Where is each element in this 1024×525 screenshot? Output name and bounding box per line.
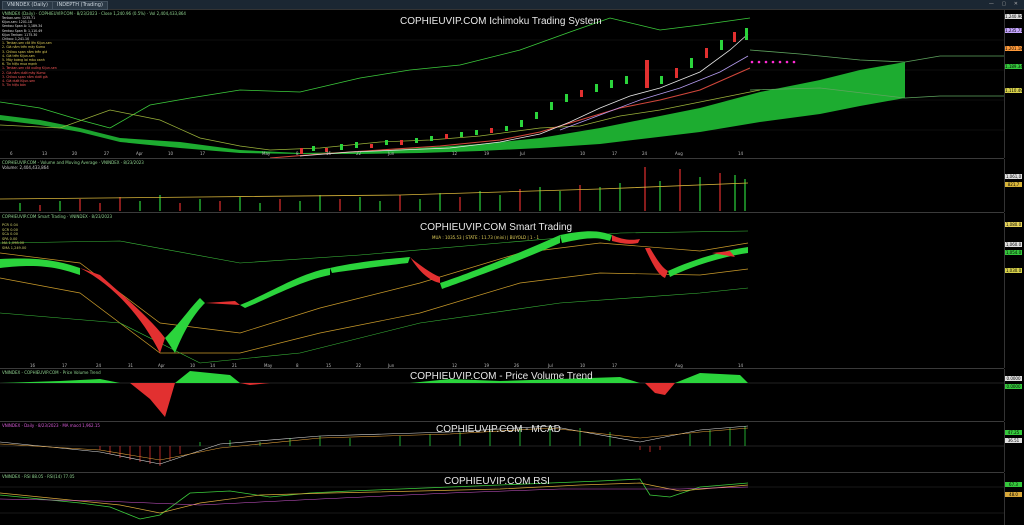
ichimoku-pane[interactable]: COPHIEUVIP.COM Ichimoku Trading System V… [0,10,1004,159]
smart-trading-header: COPHIEUVIP.COM Smart Trading · VNINDEX ·… [2,214,113,219]
ichimoku-chart [0,17,1004,158]
ichimoku-title: COPHIEUVIP.COM Ichimoku Trading System [400,16,602,27]
chikou-line [0,17,751,129]
macd-pane[interactable]: COPHIEUVIP.COM - MCAD VNINDEX · Daily · … [0,422,1004,473]
smart-trading-axis[interactable] [1004,213,1024,368]
price-tag-span-b: 1,110.49 [1005,88,1023,93]
kumo-cloud [120,62,905,154]
price-tag-close: 1,240.96 [1005,14,1023,19]
smart-tag-2: 1,060.0 [1005,242,1022,247]
macd-tag-1: 47.25 [1005,430,1022,435]
smart-tag-1: 1,080.0 [1005,222,1022,227]
pvt-title: COPHIEUVIP.COM - Price Volume Trend [410,371,593,382]
macd-tag-2: 36.51 [1005,438,1022,443]
rsi-axis[interactable] [1004,473,1024,525]
smart-trading-title: COPHIEUVIP.COM Smart Trading [420,222,573,233]
volume-ma-line [0,182,749,200]
smart-trading-legend: PCR 0.04 SCR 0.00 SCA 0.00 SPA 0.00 MA 1,09… [2,223,27,250]
macd-line [0,425,749,465]
signal-line [0,427,749,461]
pvt-header: VNINDEX - COPHIEUVIP.COM - Price Volume … [2,370,101,375]
pvt-tag-2: 0.0000 [1005,384,1022,389]
pvt-pane[interactable]: COPHIEUVIP.COM - Price Volume Trend VNIN… [0,369,1004,422]
smart-trading-pane[interactable]: COPHIEUVIP.COM Smart Trading MUA : 1035.… [0,213,1004,369]
senkou-span-a [749,49,1004,63]
smart-tag-3: 1,054.0 [1005,250,1022,255]
rsi-tag-1: 67.3 [1005,482,1022,487]
price-tag-span-a: 1,189.34 [1005,64,1023,69]
macd-title: COPHIEUVIP.COM - MCAD [436,424,561,435]
macd-header: VNINDEX · Daily · 8/23/2023 · MA macd 1,… [2,423,100,428]
volume-chart [0,167,749,211]
tab-vnindex[interactable]: VNINDEX (Daily) [2,1,53,10]
price-tag-tenkan: 1,235.71 [1005,28,1023,33]
volume-sub: Volume: 2,404,433,864 [2,165,49,170]
window-controls[interactable]: — ▢ ✕ [989,1,1021,7]
rsi-tag-2: 48.0 [1005,492,1022,497]
rsi-pane[interactable]: COPHIEUVIP.COM RSI VNINDEX · RSI 88.05 ·… [0,473,1004,525]
rsi-signal [0,482,749,514]
volume-tag-2: 821,7 [1005,182,1022,187]
pvt-tag-1: 0.0000 [1005,376,1022,381]
window-title-bar: VNINDEX (Daily) INDEPTH (Trading) — ▢ ✕ [0,0,1024,10]
smart-trading-subtitle: MUA : 1035.53 | STATE : 11.73 (mini) | B… [432,235,540,240]
smart-tag-4: 1,030.0 [1005,268,1022,273]
price-tag-kijun: 1,201.18 [1005,46,1023,51]
rsi-header: VNINDEX · RSI 88.05 · RSI(14) 77.05 [2,474,75,479]
rsi-title: COPHIEUVIP.COM RSI [444,476,550,487]
volume-tag-1: 1,061,0 [1005,174,1022,179]
ichimoku-notes: Tenkan-sen: 1235.71 Kijun-sen: 1201.18 Sen… [2,16,57,88]
volume-pane[interactable]: COPHIEUVIP.COM - Volume and Moving Avera… [0,159,1004,213]
tab-indepth[interactable]: INDEPTH (Trading) [52,1,108,10]
ichimoku-x-axis: 6 13 20 27 Apr 10 17 May 8 15 22 Jun 12 19 Jul 1… [10,151,744,156]
projection-dots [750,60,796,64]
